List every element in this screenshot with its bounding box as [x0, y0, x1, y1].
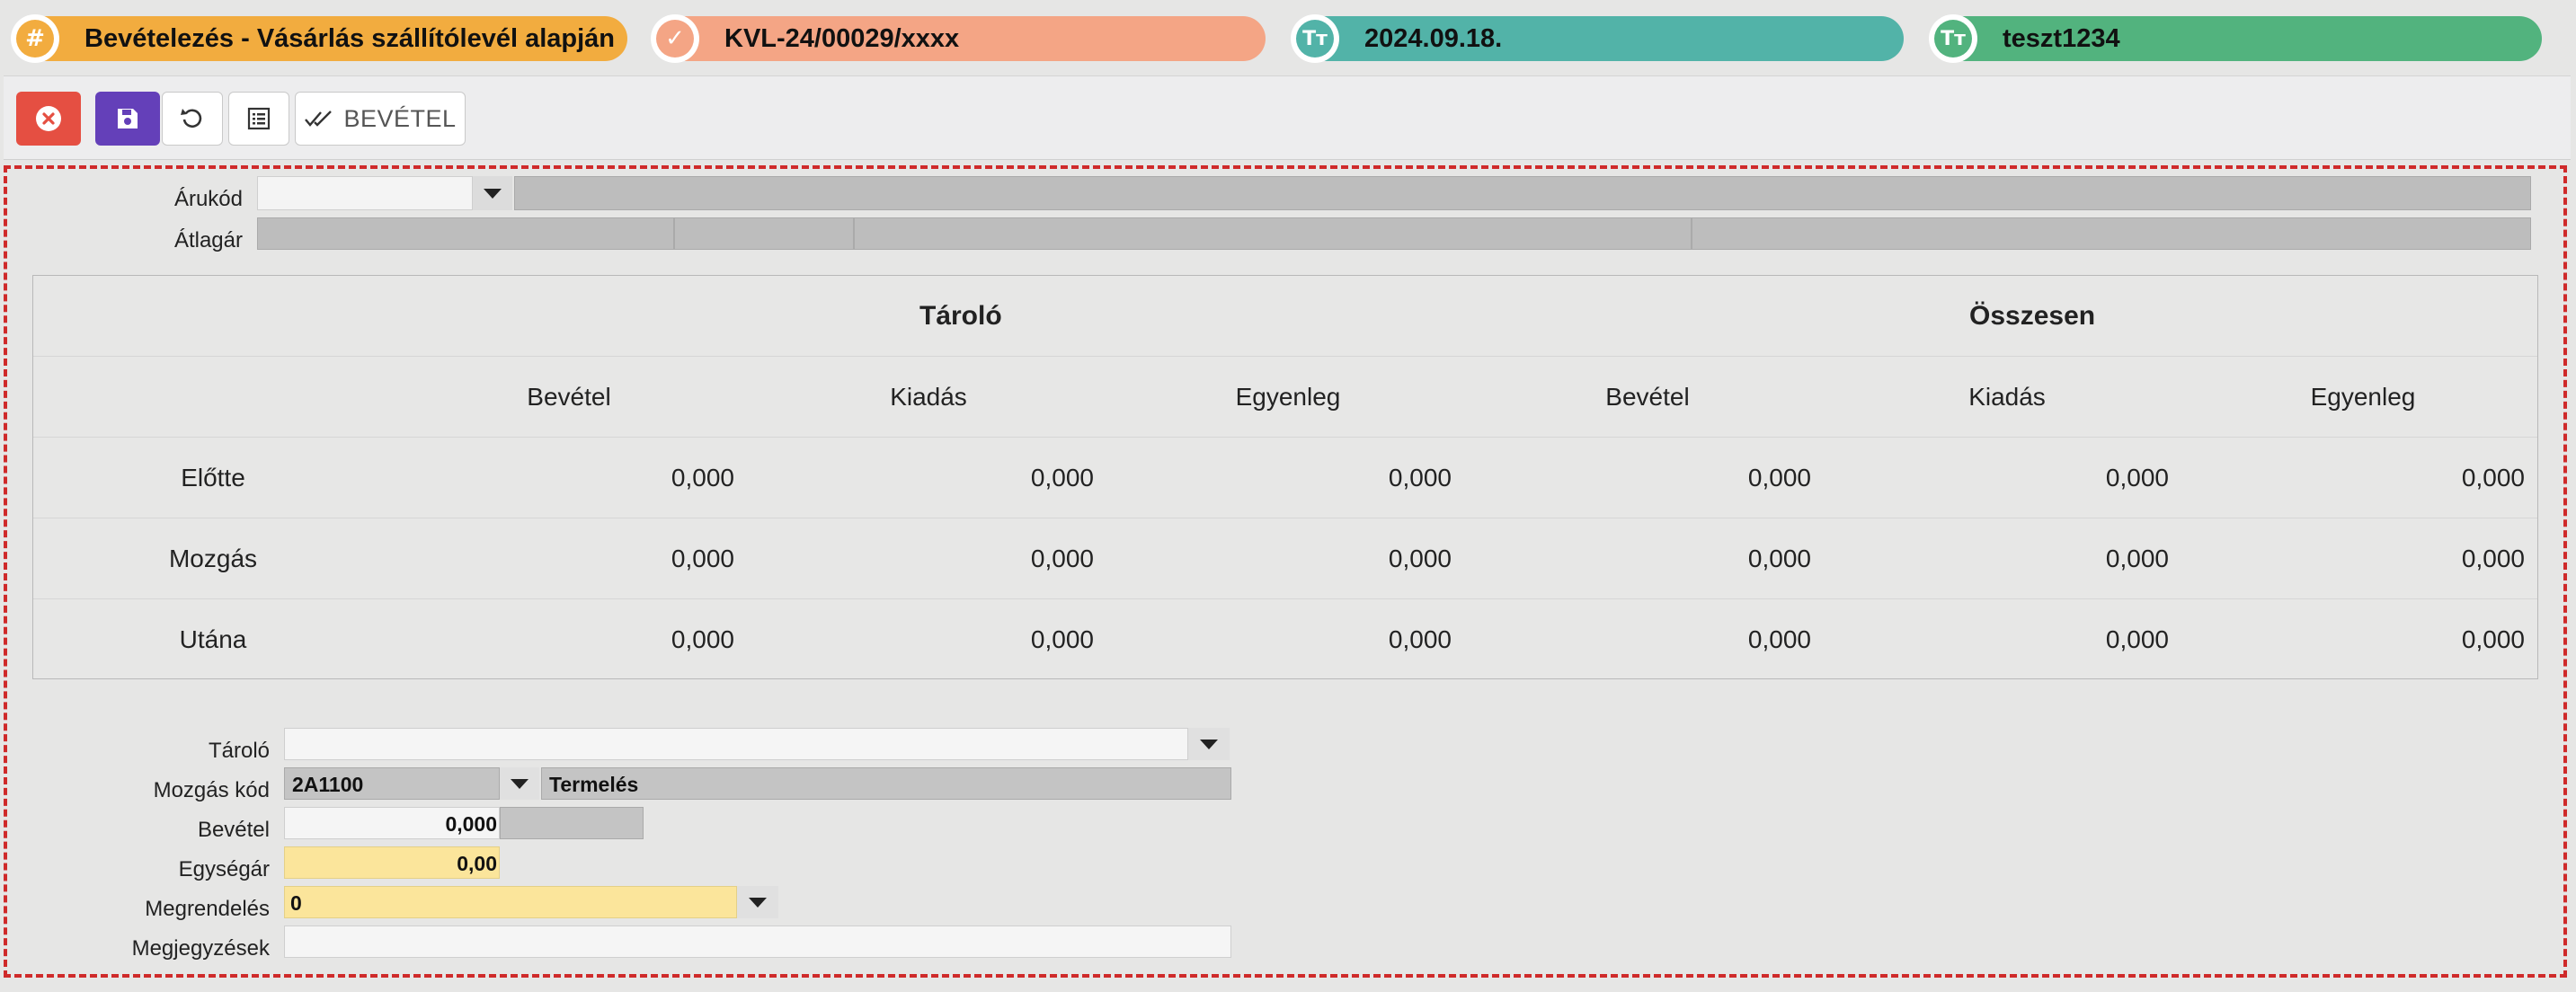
document-date-text: 2024.09.18. — [1364, 23, 1503, 53]
table-cell: 0,000 — [1030, 464, 1094, 492]
chevron-down-icon — [511, 778, 529, 789]
double-check-icon — [305, 111, 333, 127]
megjegyzesek-label: Megjegyzések — [131, 936, 270, 961]
column-header: Kiadás — [1968, 383, 2046, 411]
toolbar: BEVÉTEL — [4, 75, 2571, 160]
atlagar-field-2 — [674, 217, 854, 250]
floppy-disk-icon — [118, 109, 138, 128]
chevron-down-icon — [749, 897, 767, 908]
chevron-down-icon — [484, 188, 502, 199]
atlagar-label: Átlagár — [173, 228, 243, 252]
document-user-text: teszt1234 — [2003, 23, 2120, 53]
megrendeles-dropdown-button[interactable] — [737, 886, 778, 918]
table-cell: 0,000 — [1030, 625, 1094, 653]
document-type-pill: # Bevételezés - Vásárlás szállítólevél a… — [11, 14, 627, 63]
mozgas-kod-name-display: Termelés — [541, 767, 1231, 800]
save-button[interactable] — [95, 92, 160, 146]
atlagar-field-3 — [854, 217, 1692, 250]
table-cell: 0,000 — [2461, 625, 2525, 653]
arukod-name-display — [514, 176, 2531, 210]
egysegar-label: Egységár — [178, 857, 270, 881]
column-header: Egyenleg — [2310, 383, 2416, 411]
table-group-header-row: Tároló Összesen — [33, 276, 2537, 357]
table-cell: 0,000 — [1030, 545, 1094, 572]
column-header: Bevétel — [527, 383, 611, 411]
list-icon — [247, 107, 271, 130]
bevetel-unit-display — [500, 807, 644, 839]
bevetel-button[interactable]: BEVÉTEL — [295, 92, 466, 146]
group-header-tarolo: Tároló — [919, 301, 1002, 331]
bevetel-button-label: BEVÉTEL — [343, 104, 457, 132]
tarolo-dropdown-button[interactable] — [1188, 728, 1230, 760]
megjegyzesek-input[interactable] — [284, 926, 1231, 958]
table-cell: 0,000 — [671, 625, 734, 653]
megrendeles-label: Megrendelés — [145, 897, 270, 921]
table-cell: 0,000 — [1388, 625, 1452, 653]
tarolo-select[interactable] — [284, 728, 1188, 760]
column-header: Egyenleg — [1235, 383, 1341, 411]
table-cell: 0,000 — [2105, 625, 2169, 653]
atlagar-field-1 — [257, 217, 674, 250]
stock-summary-table: Tároló Összesen Bevétel Kiadás Egyenleg … — [32, 275, 2538, 679]
bevetel-label: Bevétel — [197, 818, 270, 842]
document-number-pill: ✓ KVL-24/00029/xxxx — [651, 14, 1266, 63]
close-circle-icon — [36, 106, 61, 131]
row-label: Mozgás — [168, 545, 258, 572]
document-date-pill: Tт 2024.09.18. — [1291, 14, 1904, 63]
mozgas-kod-dropdown-button[interactable] — [500, 767, 539, 800]
column-header: Kiadás — [890, 383, 967, 411]
table-row: Előtte 0,000 0,000 0,000 0,000 0,000 0,0… — [33, 438, 2537, 518]
hash-icon: # — [16, 20, 54, 58]
bevetel-input[interactable]: 0,000 — [284, 807, 500, 839]
table-column-header-row: Bevétel Kiadás Egyenleg Bevétel Kiadás E… — [33, 357, 2537, 438]
arukod-dropdown-button[interactable] — [473, 176, 512, 210]
table-cell: 0,000 — [2105, 464, 2169, 492]
undo-button[interactable] — [162, 92, 223, 146]
chevron-down-icon — [1200, 739, 1218, 749]
table-cell: 0,000 — [1747, 625, 1811, 653]
table-cell: 0,000 — [2461, 464, 2525, 492]
mozgas-kod-input[interactable]: 2A1100 — [284, 767, 500, 800]
table-cell: 0,000 — [1747, 464, 1811, 492]
document-user-pill: Tт teszt1234 — [1929, 14, 2542, 63]
table-cell: 0,000 — [671, 464, 734, 492]
document-type-text: Bevételezés - Vásárlás szállítólevél ala… — [84, 23, 615, 53]
table-cell: 0,000 — [2105, 545, 2169, 572]
table-row: Mozgás 0,000 0,000 0,000 0,000 0,000 0,0… — [33, 518, 2537, 599]
egysegar-input[interactable]: 0,00 — [284, 846, 500, 879]
mozgas-kod-label: Mozgás kód — [153, 778, 270, 802]
check-badge-icon: ✓ — [656, 20, 694, 58]
table-cell: 0,000 — [1388, 545, 1452, 572]
table-cell: 0,000 — [1388, 464, 1452, 492]
arukod-label: Árukód — [173, 187, 243, 211]
table-cell: 0,000 — [671, 545, 734, 572]
megrendeles-select[interactable]: 0 — [284, 886, 737, 918]
row-label: Előtte — [181, 464, 245, 492]
arukod-input[interactable] — [257, 176, 473, 210]
undo-icon — [181, 109, 202, 128]
document-number-text: KVL-24/00029/xxxx — [724, 23, 960, 53]
group-header-osszesen: Összesen — [1969, 301, 2096, 331]
atlagar-field-4 — [1692, 217, 2531, 250]
header-bar: # Bevételezés - Vásárlás szállítólevél a… — [0, 0, 2576, 75]
tarolo-label: Tároló — [208, 739, 270, 763]
column-header: Bevétel — [1605, 383, 1690, 411]
row-label: Utána — [179, 625, 247, 653]
table-row: Utána 0,000 0,000 0,000 0,000 0,000 0,00… — [33, 599, 2537, 680]
text-type-icon: Tт — [1934, 20, 1972, 58]
list-button[interactable] — [228, 92, 289, 146]
close-button[interactable] — [16, 92, 81, 146]
table-cell: 0,000 — [1747, 545, 1811, 572]
table-cell: 0,000 — [2461, 545, 2525, 572]
text-type-icon: Tт — [1296, 20, 1334, 58]
